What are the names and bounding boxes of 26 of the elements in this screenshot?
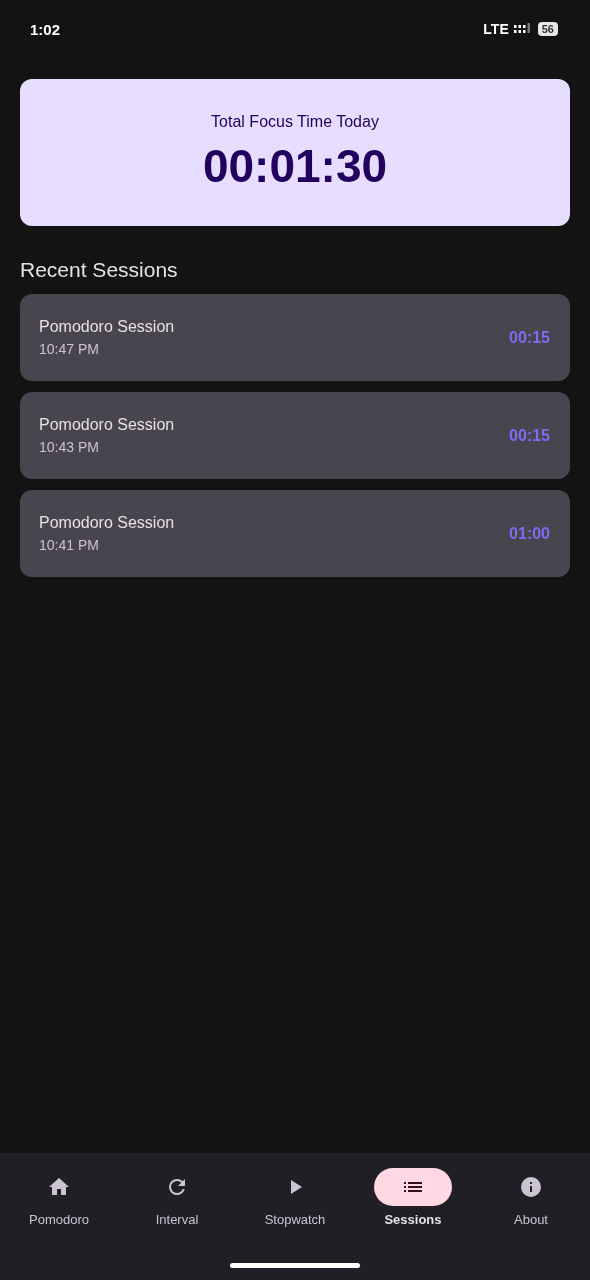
nav-tab[interactable]: About xyxy=(472,1168,590,1227)
session-time: 10:41 PM xyxy=(39,537,100,553)
section-title: Recent Sessions xyxy=(20,258,179,282)
session-duration: 00:15 xyxy=(509,328,550,347)
info-icon xyxy=(519,1175,543,1199)
nav-tab[interactable]: Pomodoro xyxy=(0,1168,118,1227)
session-card[interactable]: Pomodoro Session 10:43 PM 00:15 xyxy=(20,392,570,479)
signal-icon xyxy=(513,23,530,35)
session-name: Pomodoro Session xyxy=(39,318,175,336)
summary-label: Total Focus Time Today xyxy=(211,112,379,131)
battery-icon: 56 xyxy=(537,22,558,36)
session-duration: 01:00 xyxy=(509,524,550,543)
status-time: 1:02 xyxy=(30,20,61,38)
home-indicator[interactable] xyxy=(230,1263,360,1268)
network-type: LTE xyxy=(483,21,509,37)
session-name: Pomodoro Session xyxy=(39,416,175,434)
session-name: Pomodoro Session xyxy=(39,514,175,532)
session-card[interactable]: Pomodoro Session 10:47 PM 00:15 xyxy=(20,294,570,381)
session-time: 10:47 PM xyxy=(39,341,100,357)
nav-tab[interactable]: Stopwatch xyxy=(236,1168,354,1227)
session-card[interactable]: Pomodoro Session 10:41 PM 01:00 xyxy=(20,490,570,577)
nav-tab[interactable]: Sessions xyxy=(354,1168,472,1227)
nav-tab[interactable]: Interval xyxy=(118,1168,236,1227)
session-duration: 00:15 xyxy=(509,426,550,445)
session-time: 10:43 PM xyxy=(39,439,100,455)
total-focus-time: 00:01:30 xyxy=(202,138,388,193)
